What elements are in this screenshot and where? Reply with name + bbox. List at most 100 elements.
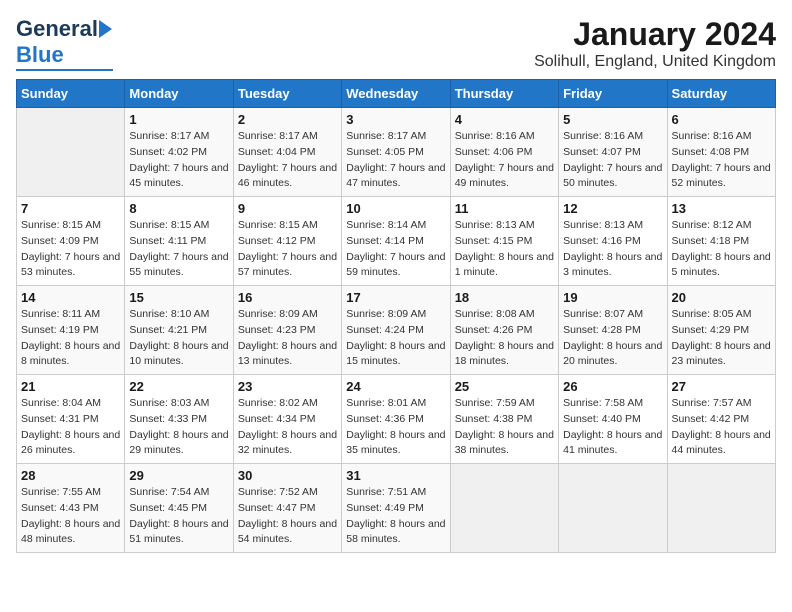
weekday-header-saturday: Saturday [667, 80, 775, 108]
day-number: 12 [563, 201, 662, 216]
day-number: 4 [455, 112, 554, 127]
calendar-cell: 14Sunrise: 8:11 AMSunset: 4:19 PMDayligh… [17, 286, 125, 375]
calendar-subtitle: Solihull, England, United Kingdom [534, 53, 776, 71]
day-detail: Sunrise: 7:59 AMSunset: 4:38 PMDaylight:… [455, 396, 554, 459]
weekday-header-monday: Monday [125, 80, 233, 108]
day-number: 18 [455, 290, 554, 305]
calendar-cell: 24 Sunrise: 8:01 AMSunset: 4:36 PMDayligh… [342, 375, 450, 464]
calendar-cell: 26 Sunrise: 7:58 AMSunset: 4:40 PMDayligh… [559, 375, 667, 464]
day-number: 31 [346, 468, 445, 483]
day-detail: Sunrise: 8:12 AMSunset: 4:18 PMDaylight:… [672, 218, 771, 281]
calendar-cell: 27 Sunrise: 7:57 AMSunset: 4:42 PMDayligh… [667, 375, 775, 464]
day-detail: Sunrise: 8:03 AMSunset: 4:33 PMDaylight:… [129, 396, 228, 459]
day-detail: Sunrise: 8:07 AMSunset: 4:28 PMDaylight:… [563, 307, 662, 370]
weekday-header-friday: Friday [559, 80, 667, 108]
day-detail: Sunrise: 8:17 AMSunset: 4:04 PMDaylight:… [238, 129, 337, 192]
calendar-cell [17, 108, 125, 197]
day-number: 16 [238, 290, 337, 305]
day-detail: Sunrise: 8:17 AMSunset: 4:02 PMDaylight:… [129, 129, 228, 192]
calendar-title: January 2024 [534, 16, 776, 53]
day-number: 27 [672, 379, 771, 394]
calendar-cell: 16Sunrise: 8:09 AMSunset: 4:23 PMDayligh… [233, 286, 341, 375]
logo-general-text: General [16, 16, 98, 42]
calendar-cell: 22 Sunrise: 8:03 AMSunset: 4:33 PMDayligh… [125, 375, 233, 464]
day-detail: Sunrise: 8:10 AMSunset: 4:21 PMDaylight:… [129, 307, 228, 370]
calendar-cell: 5 Sunrise: 8:16 AMSunset: 4:07 PMDaylight… [559, 108, 667, 197]
calendar-cell: 25 Sunrise: 7:59 AMSunset: 4:38 PMDayligh… [450, 375, 558, 464]
day-detail: Sunrise: 8:15 AMSunset: 4:12 PMDaylight:… [238, 218, 337, 281]
day-detail: Sunrise: 8:04 AMSunset: 4:31 PMDaylight:… [21, 396, 120, 459]
day-detail: Sunrise: 8:02 AMSunset: 4:34 PMDaylight:… [238, 396, 337, 459]
calendar-cell: 8 Sunrise: 8:15 AMSunset: 4:11 PMDaylight… [125, 197, 233, 286]
weekday-header-tuesday: Tuesday [233, 80, 341, 108]
calendar-cell: 19Sunrise: 8:07 AMSunset: 4:28 PMDayligh… [559, 286, 667, 375]
calendar-week-row: 21Sunrise: 8:04 AMSunset: 4:31 PMDayligh… [17, 375, 776, 464]
day-detail: Sunrise: 8:17 AMSunset: 4:05 PMDaylight:… [346, 129, 445, 192]
day-number: 15 [129, 290, 228, 305]
calendar-cell: 4 Sunrise: 8:16 AMSunset: 4:06 PMDaylight… [450, 108, 558, 197]
calendar-cell: 17 Sunrise: 8:09 AMSunset: 4:24 PMDayligh… [342, 286, 450, 375]
page-header: General Blue January 2024 Solihull, Engl… [16, 16, 776, 71]
day-detail: Sunrise: 8:13 AMSunset: 4:16 PMDaylight:… [563, 218, 662, 281]
day-number: 24 [346, 379, 445, 394]
day-number: 17 [346, 290, 445, 305]
calendar-cell: 15 Sunrise: 8:10 AMSunset: 4:21 PMDayligh… [125, 286, 233, 375]
weekday-header-wednesday: Wednesday [342, 80, 450, 108]
logo-blue-text: Blue [16, 42, 64, 68]
day-detail: Sunrise: 7:52 AMSunset: 4:47 PMDaylight:… [238, 485, 337, 548]
day-number: 9 [238, 201, 337, 216]
calendar-week-row: 1 Sunrise: 8:17 AMSunset: 4:02 PMDaylight… [17, 108, 776, 197]
day-number: 14 [21, 290, 120, 305]
calendar-cell: 11 Sunrise: 8:13 AMSunset: 4:15 PMDayligh… [450, 197, 558, 286]
calendar-cell: 21Sunrise: 8:04 AMSunset: 4:31 PMDayligh… [17, 375, 125, 464]
day-number: 25 [455, 379, 554, 394]
day-number: 20 [672, 290, 771, 305]
day-detail: Sunrise: 8:05 AMSunset: 4:29 PMDaylight:… [672, 307, 771, 370]
logo-underline [16, 69, 113, 71]
day-number: 22 [129, 379, 228, 394]
calendar-cell: 23 Sunrise: 8:02 AMSunset: 4:34 PMDayligh… [233, 375, 341, 464]
calendar-cell: 28 Sunrise: 7:55 AMSunset: 4:43 PMDayligh… [17, 464, 125, 553]
day-detail: Sunrise: 8:13 AMSunset: 4:15 PMDaylight:… [455, 218, 554, 281]
day-detail: Sunrise: 7:55 AMSunset: 4:43 PMDaylight:… [21, 485, 120, 548]
day-number: 6 [672, 112, 771, 127]
day-detail: Sunrise: 8:15 AMSunset: 4:11 PMDaylight:… [129, 218, 228, 281]
day-detail: Sunrise: 7:57 AMSunset: 4:42 PMDaylight:… [672, 396, 771, 459]
calendar-week-row: 14Sunrise: 8:11 AMSunset: 4:19 PMDayligh… [17, 286, 776, 375]
calendar-cell: 2Sunrise: 8:17 AMSunset: 4:04 PMDaylight… [233, 108, 341, 197]
day-detail: Sunrise: 8:09 AMSunset: 4:24 PMDaylight:… [346, 307, 445, 370]
logo-arrow-icon [99, 20, 112, 38]
calendar-cell: 20 Sunrise: 8:05 AMSunset: 4:29 PMDayligh… [667, 286, 775, 375]
calendar-cell: 6Sunrise: 8:16 AMSunset: 4:08 PMDaylight… [667, 108, 775, 197]
calendar-cell: 18 Sunrise: 8:08 AMSunset: 4:26 PMDayligh… [450, 286, 558, 375]
day-number: 7 [21, 201, 120, 216]
calendar-cell: 9 Sunrise: 8:15 AMSunset: 4:12 PMDaylight… [233, 197, 341, 286]
day-number: 29 [129, 468, 228, 483]
day-number: 28 [21, 468, 120, 483]
calendar-cell: 1 Sunrise: 8:17 AMSunset: 4:02 PMDaylight… [125, 108, 233, 197]
day-number: 26 [563, 379, 662, 394]
day-number: 1 [129, 112, 228, 127]
day-detail: Sunrise: 7:51 AMSunset: 4:49 PMDaylight:… [346, 485, 445, 548]
day-number: 5 [563, 112, 662, 127]
day-number: 13 [672, 201, 771, 216]
day-detail: Sunrise: 7:58 AMSunset: 4:40 PMDaylight:… [563, 396, 662, 459]
day-detail: Sunrise: 8:01 AMSunset: 4:36 PMDaylight:… [346, 396, 445, 459]
day-detail: Sunrise: 8:16 AMSunset: 4:06 PMDaylight:… [455, 129, 554, 192]
day-detail: Sunrise: 8:08 AMSunset: 4:26 PMDaylight:… [455, 307, 554, 370]
calendar-cell: 29Sunrise: 7:54 AMSunset: 4:45 PMDayligh… [125, 464, 233, 553]
calendar-cell: 31 Sunrise: 7:51 AMSunset: 4:49 PMDayligh… [342, 464, 450, 553]
calendar-cell [559, 464, 667, 553]
day-number: 11 [455, 201, 554, 216]
calendar-week-row: 7 Sunrise: 8:15 AMSunset: 4:09 PMDaylight… [17, 197, 776, 286]
day-number: 3 [346, 112, 445, 127]
day-number: 23 [238, 379, 337, 394]
calendar-cell: 7 Sunrise: 8:15 AMSunset: 4:09 PMDaylight… [17, 197, 125, 286]
day-detail: Sunrise: 8:16 AMSunset: 4:07 PMDaylight:… [563, 129, 662, 192]
day-number: 30 [238, 468, 337, 483]
title-block: January 2024 Solihull, England, United K… [534, 16, 776, 71]
day-detail: Sunrise: 8:15 AMSunset: 4:09 PMDaylight:… [21, 218, 120, 281]
day-number: 8 [129, 201, 228, 216]
day-number: 10 [346, 201, 445, 216]
calendar-cell [450, 464, 558, 553]
